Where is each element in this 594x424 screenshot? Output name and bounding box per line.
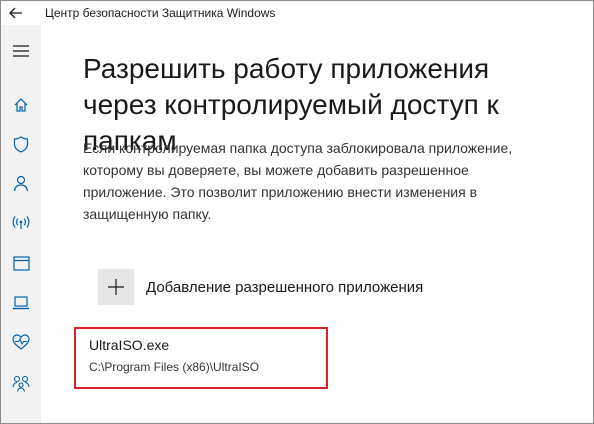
wireless-icon xyxy=(12,216,30,229)
sidebar-item-account-protection[interactable] xyxy=(9,171,33,195)
title-bar: Центр безопасности Защитника Windows xyxy=(1,1,593,25)
laptop-icon xyxy=(13,296,29,310)
main-content: Разрешить работу приложения через контро… xyxy=(41,25,593,423)
sidebar xyxy=(1,25,41,423)
page-description: Если контролируемая папка доступа заблок… xyxy=(83,140,513,222)
sidebar-item-home[interactable] xyxy=(9,93,33,117)
person-icon xyxy=(13,175,29,191)
allowed-app-name: UltraISO.exe xyxy=(89,337,170,353)
plus-icon xyxy=(108,279,124,295)
add-allowed-app-button[interactable]: Добавление разрешенного приложения xyxy=(98,269,423,305)
hamburger-menu-button[interactable] xyxy=(9,39,33,63)
add-button-label: Добавление разрешенного приложения xyxy=(146,278,424,296)
sidebar-item-app-browser-control[interactable] xyxy=(9,251,33,275)
browser-window-icon xyxy=(12,255,30,271)
sidebar-item-device-performance[interactable] xyxy=(9,330,33,354)
back-button[interactable] xyxy=(7,4,25,22)
hamburger-icon xyxy=(13,45,29,57)
shield-icon xyxy=(13,135,29,153)
heart-icon xyxy=(12,334,30,350)
window-title: Центр безопасности Защитника Windows xyxy=(45,6,276,20)
sidebar-item-device-security[interactable] xyxy=(9,291,33,315)
sidebar-item-virus-protection[interactable] xyxy=(9,132,33,156)
sidebar-item-firewall[interactable] xyxy=(9,210,33,234)
back-arrow-icon xyxy=(9,7,22,19)
sidebar-item-family-options[interactable] xyxy=(9,371,33,395)
family-icon xyxy=(12,375,30,392)
app-window: Центр безопасности Защитника Windows Раз… xyxy=(0,0,594,424)
allowed-app-item[interactable]: UltraISO.exe C:\Program Files (x86)\Ultr… xyxy=(74,327,328,389)
add-button-tile xyxy=(98,269,134,305)
home-icon xyxy=(14,98,28,112)
allowed-app-path: C:\Program Files (x86)\UltraISO xyxy=(89,360,260,374)
